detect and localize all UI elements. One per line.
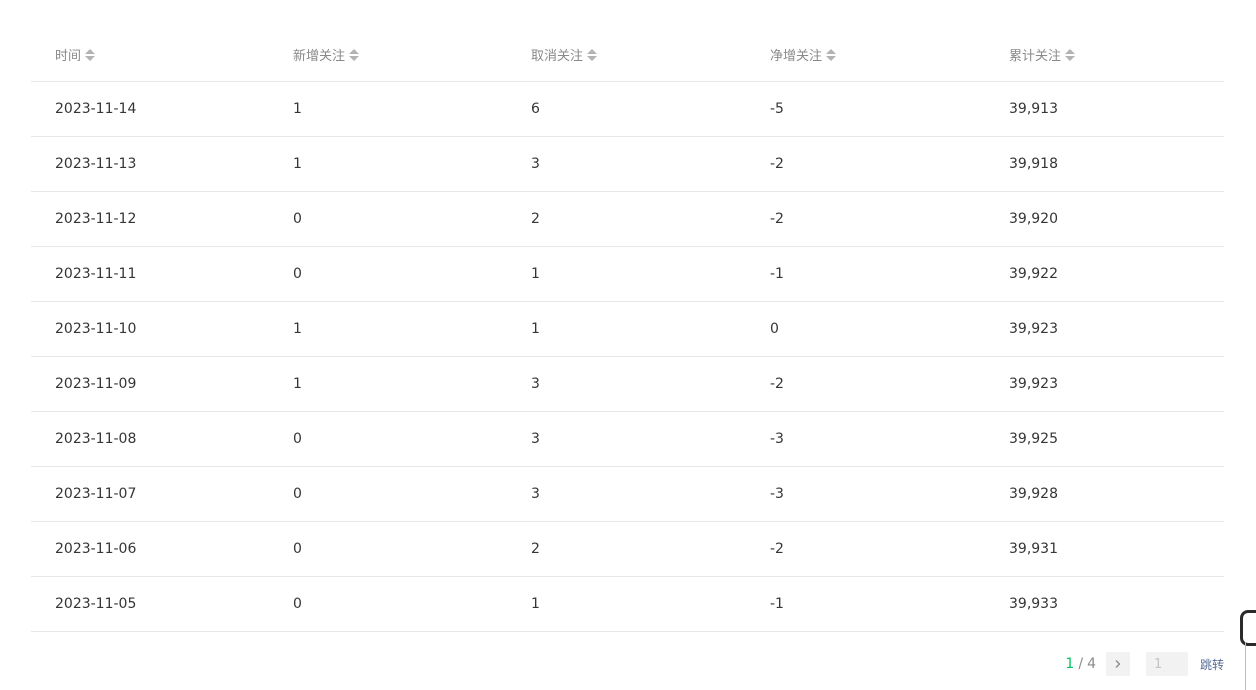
table-row: 2023-11-14 1 6 -5 39,913 [31,82,1224,137]
cell-net-follows: -2 [770,376,784,392]
cell-unfollows: 3 [531,486,540,502]
cell-unfollows: 6 [531,101,540,117]
column-header-label: 新增关注 [293,49,346,64]
cell-new-follows: 0 [293,596,302,612]
column-header-label: 累计关注 [1009,49,1062,64]
cell-net-follows: -2 [770,211,784,227]
cell-unfollows: 1 [531,321,540,337]
cell-unfollows: 1 [531,596,540,612]
cell-unfollows: 3 [531,376,540,392]
cell-unfollows: 1 [531,266,540,282]
cell-net-follows: -1 [770,596,784,612]
cell-net-follows: -2 [770,156,784,172]
cell-net-follows: 0 [770,321,779,337]
cell-net-follows: -3 [770,431,784,447]
stats-table: 时间 新增关注 取消关注 净增关注 累计关注 2023-11-14 1 6 -5… [31,28,1224,632]
table-row: 2023-11-09 1 3 -2 39,923 [31,357,1224,412]
column-header-total-follows[interactable]: 累计关注 [1009,28,1076,81]
cell-unfollows: 3 [531,156,540,172]
table-row: 2023-11-10 1 1 0 39,923 [31,302,1224,357]
chevron-right-icon [1115,660,1121,668]
cell-new-follows: 0 [293,431,302,447]
column-header-new-follows[interactable]: 新增关注 [293,28,360,81]
cell-total-follows: 39,913 [1009,101,1058,117]
cell-unfollows: 3 [531,431,540,447]
divider [1245,642,1256,690]
table-row: 2023-11-12 0 2 -2 39,920 [31,192,1224,247]
sort-icon[interactable] [1065,48,1076,61]
cell-new-follows: 1 [293,321,302,337]
sort-icon[interactable] [85,48,96,61]
column-header-label: 取消关注 [531,49,584,64]
cell-new-follows: 0 [293,541,302,557]
cell-date: 2023-11-05 [55,596,137,612]
cell-date: 2023-11-10 [55,321,137,337]
cell-date: 2023-11-07 [55,486,137,502]
cell-date: 2023-11-14 [55,101,137,117]
cell-total-follows: 39,923 [1009,376,1058,392]
table-row: 2023-11-06 0 2 -2 39,931 [31,522,1224,577]
column-header-unfollows[interactable]: 取消关注 [531,28,598,81]
cell-total-follows: 39,931 [1009,541,1058,557]
cell-date: 2023-11-11 [55,266,137,282]
cell-new-follows: 0 [293,486,302,502]
jump-button[interactable]: 跳转 [1200,656,1224,673]
sort-icon[interactable] [587,48,598,61]
table-row: 2023-11-13 1 3 -2 39,918 [31,137,1224,192]
column-header-label: 净增关注 [770,49,823,64]
cell-net-follows: -3 [770,486,784,502]
table-row: 2023-11-08 0 3 -3 39,925 [31,412,1224,467]
cell-unfollows: 2 [531,541,540,557]
cell-unfollows: 2 [531,211,540,227]
cell-net-follows: -2 [770,541,784,557]
sort-icon[interactable] [826,48,837,61]
cell-date: 2023-11-12 [55,211,137,227]
next-page-button[interactable] [1105,652,1130,676]
page: 时间 新增关注 取消关注 净增关注 累计关注 2023-11-14 1 6 -5… [0,0,1256,690]
cell-new-follows: 1 [293,156,302,172]
table-row: 2023-11-11 0 1 -1 39,922 [31,247,1224,302]
cell-total-follows: 39,920 [1009,211,1058,227]
cell-net-follows: -5 [770,101,784,117]
cell-total-follows: 39,918 [1009,156,1058,172]
table-header: 时间 新增关注 取消关注 净增关注 累计关注 [31,28,1224,82]
cell-total-follows: 39,928 [1009,486,1058,502]
cell-total-follows: 39,922 [1009,266,1058,282]
table-row: 2023-11-07 0 3 -3 39,928 [31,467,1224,522]
cell-net-follows: -1 [770,266,784,282]
cell-new-follows: 1 [293,376,302,392]
total-pages: 4 [1087,656,1096,672]
cell-total-follows: 39,925 [1009,431,1058,447]
floating-widget[interactable] [1240,610,1256,646]
pagination: 1 / 4 跳转 [1065,652,1224,676]
table-row: 2023-11-05 0 1 -1 39,933 [31,577,1224,632]
page-separator: / [1078,656,1084,672]
column-header-time[interactable]: 时间 [55,28,96,81]
cell-date: 2023-11-08 [55,431,137,447]
cell-date: 2023-11-09 [55,376,137,392]
page-jump-input[interactable] [1145,652,1188,676]
column-header-label: 时间 [55,49,82,64]
cell-new-follows: 0 [293,211,302,227]
cell-date: 2023-11-06 [55,541,137,557]
cell-date: 2023-11-13 [55,156,137,172]
column-header-net-follows[interactable]: 净增关注 [770,28,837,81]
current-page: 1 [1065,656,1075,672]
cell-total-follows: 39,933 [1009,596,1058,612]
cell-new-follows: 0 [293,266,302,282]
sort-icon[interactable] [349,48,360,61]
cell-new-follows: 1 [293,101,302,117]
cell-total-follows: 39,923 [1009,321,1058,337]
